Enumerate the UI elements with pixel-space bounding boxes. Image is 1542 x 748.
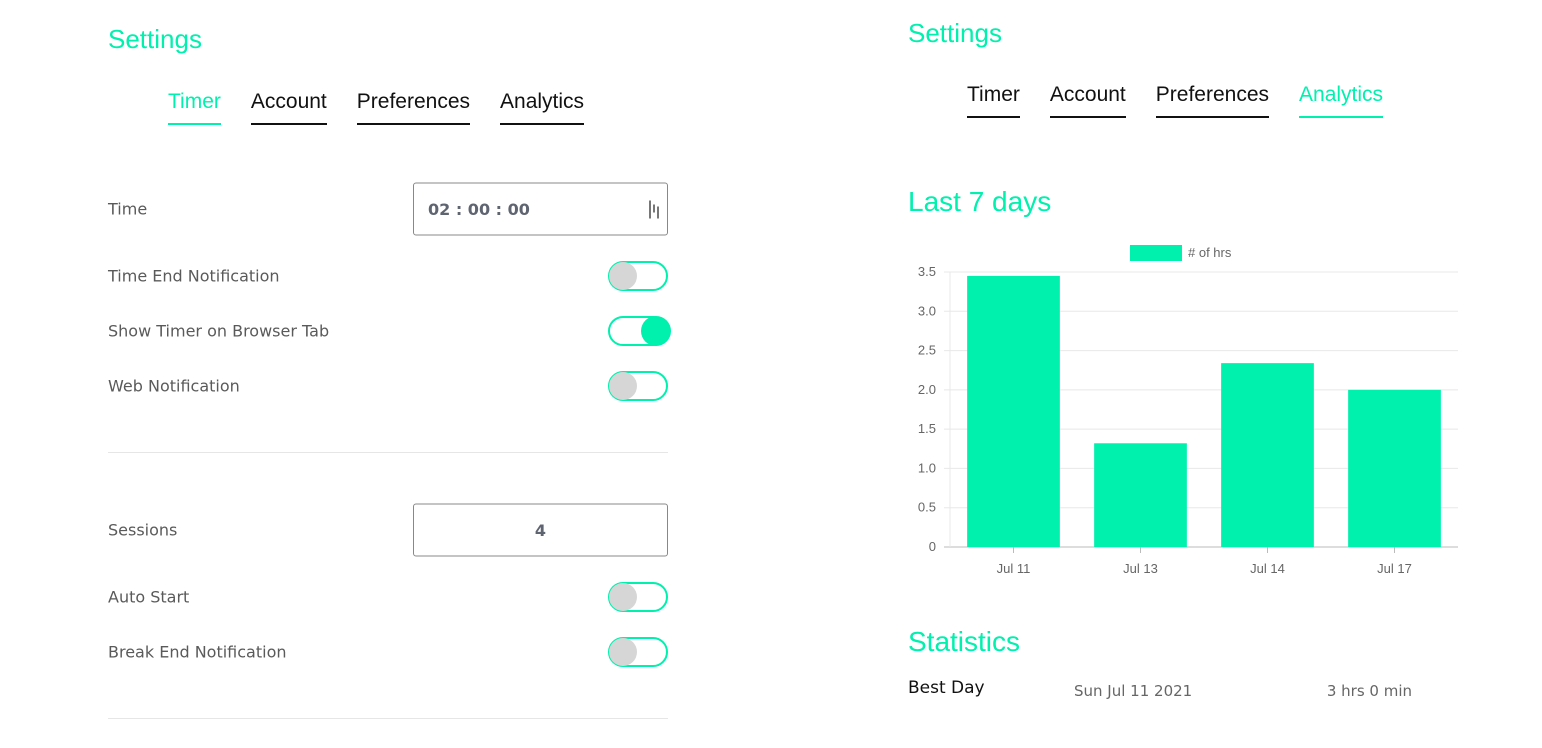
- time-input[interactable]: 02 : 00 : 00: [413, 182, 668, 236]
- time-end-notification-toggle[interactable]: [608, 261, 668, 291]
- tab-account[interactable]: Account: [250, 90, 327, 125]
- y-tick-label: 3.0: [918, 303, 936, 318]
- sessions-row: Sessions 4: [108, 503, 668, 557]
- tab-analytics[interactable]: Analytics: [500, 90, 585, 125]
- statistics-title: Statistics: [908, 626, 1021, 657]
- show-timer-tab-row: Show Timer on Browser Tab: [108, 311, 671, 351]
- show-timer-tab-label: Show Timer on Browser Tab: [108, 321, 330, 341]
- sessions-input[interactable]: 4: [413, 503, 668, 557]
- time-end-notification-row: Time End Notification: [108, 256, 668, 296]
- settings-title: Settings: [908, 18, 1002, 48]
- tab-analytics[interactable]: Analytics: [1299, 83, 1384, 118]
- toggle-knob: [609, 583, 637, 611]
- analytics-bar-chart: # of hrs 0 0.5 1.0 1.5 2.0 2.5 3.0 3.5 Jul 11 Jul …: [918, 245, 1458, 576]
- bar: [967, 275, 1060, 547]
- best-day-value: 3 hrs 0 min: [1326, 682, 1412, 700]
- auto-start-row: Auto Start: [108, 577, 668, 617]
- y-tick-label: 2.5: [918, 343, 936, 358]
- sessions-value: 4: [534, 520, 547, 540]
- web-notification-label: Web Notification: [108, 376, 240, 396]
- x-tick-label: Jul 13: [1123, 561, 1158, 576]
- tab-timer[interactable]: Timer: [967, 83, 1020, 118]
- settings-tabs: Timer Account Preferences Analytics: [967, 83, 1384, 118]
- y-tick-label: 0: [929, 539, 936, 554]
- tab-preferences[interactable]: Preferences: [1155, 83, 1270, 118]
- best-day-date: Sun Jul 11 2021: [1074, 682, 1193, 700]
- bar: [1348, 389, 1441, 547]
- section-divider: [108, 452, 668, 453]
- settings-tabs: Timer Account Preferences Analytics: [168, 90, 585, 125]
- tab-timer[interactable]: Timer: [168, 90, 221, 125]
- toggle-knob: [609, 372, 637, 400]
- toggle-knob: [609, 638, 637, 666]
- web-notification-row: Web Notification: [108, 366, 668, 406]
- y-tick-label: 3.5: [918, 264, 936, 279]
- settings-panel-analytics: Settings Timer Account Preferences Analy…: [908, 0, 1468, 748]
- break-end-notification-toggle[interactable]: [608, 637, 668, 667]
- toggle-knob: [609, 262, 637, 290]
- tab-account[interactable]: Account: [1049, 83, 1126, 118]
- x-tick-label: Jul 11: [997, 561, 1031, 576]
- section-divider: [108, 718, 668, 719]
- x-tick-label: Jul 17: [1377, 561, 1412, 576]
- settings-panel-timer: Settings Timer Account Preferences Analy…: [108, 0, 671, 748]
- x-tick-label: Jul 14: [1250, 561, 1285, 576]
- auto-start-toggle[interactable]: [608, 582, 668, 612]
- bar: [1094, 443, 1187, 547]
- y-tick-label: 1.5: [918, 421, 936, 436]
- time-label: Time: [108, 199, 148, 219]
- show-timer-tab-toggle[interactable]: [608, 316, 671, 346]
- last-7-days-title: Last 7 days: [908, 186, 1052, 217]
- y-tick-label: 2.0: [918, 382, 936, 397]
- settings-title: Settings: [108, 24, 202, 54]
- break-end-notification-label: Break End Notification: [108, 642, 287, 662]
- time-picker-icon[interactable]: [649, 200, 661, 219]
- toggle-knob: [641, 316, 671, 346]
- y-tick-label: 0.5: [918, 500, 936, 515]
- time-row: Time 02 : 00 : 00: [108, 182, 668, 236]
- best-day-row: Best Day Sun Jul 11 2021 3 hrs 0 min: [908, 676, 1468, 706]
- legend-swatch: [1130, 245, 1182, 261]
- legend-label: # of hrs: [1188, 245, 1232, 260]
- tab-preferences[interactable]: Preferences: [356, 90, 471, 125]
- time-end-notification-label: Time End Notification: [108, 266, 280, 286]
- bar: [1221, 363, 1314, 547]
- y-tick-label: 1.0: [918, 460, 936, 475]
- web-notification-toggle[interactable]: [608, 371, 668, 401]
- sessions-label: Sessions: [108, 520, 178, 540]
- auto-start-label: Auto Start: [108, 587, 190, 607]
- break-end-notification-row: Break End Notification: [108, 632, 668, 672]
- best-day-label: Best Day: [908, 678, 985, 698]
- time-value: 02 : 00 : 00: [428, 199, 530, 219]
